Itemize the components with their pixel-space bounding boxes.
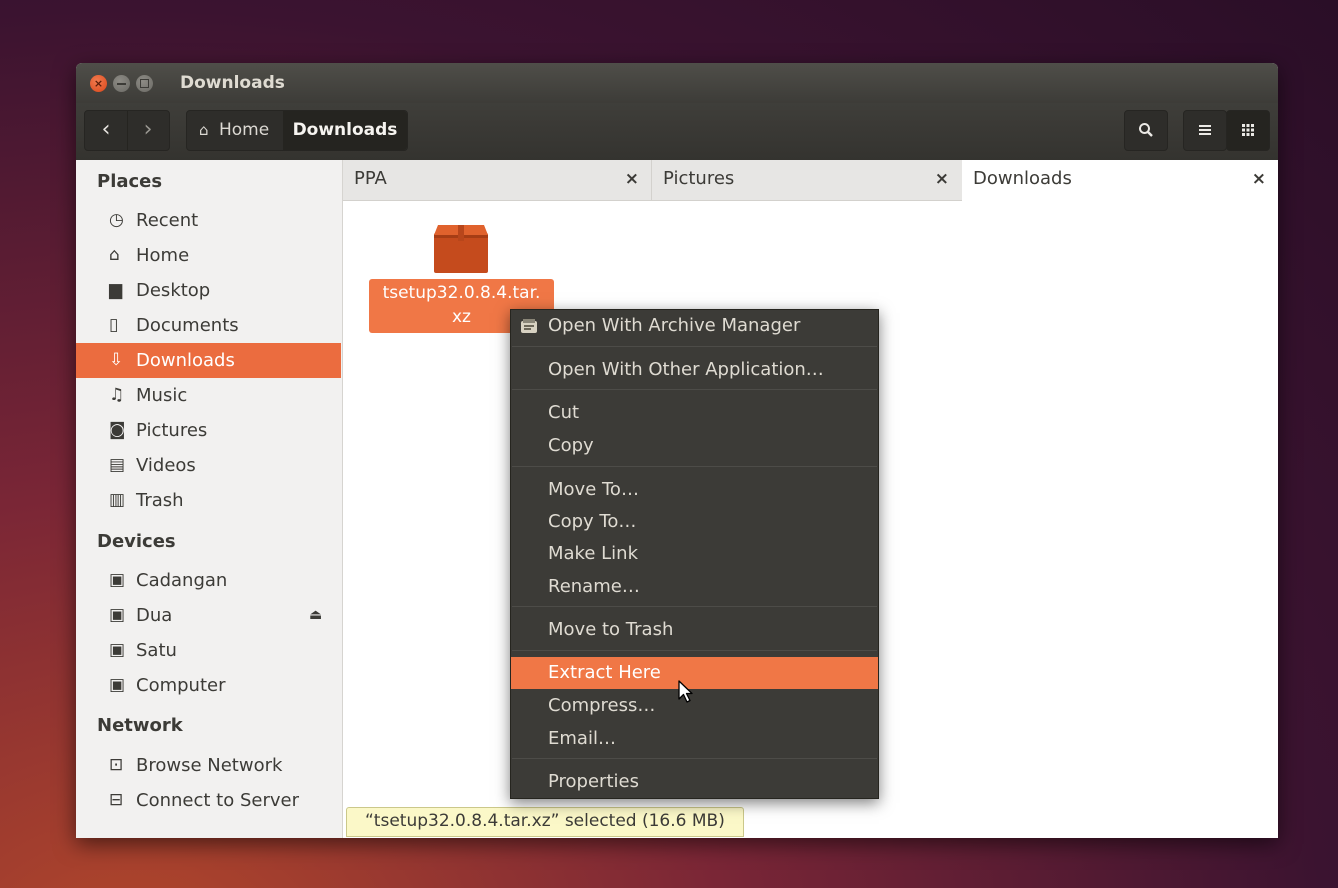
network-icon: ⊡ — [109, 755, 124, 775]
menu-item-move-to[interactable]: Move To… — [511, 474, 878, 506]
menu-separator — [512, 389, 877, 390]
list-view-button[interactable] — [1183, 110, 1227, 151]
chevron-right-icon: › — [143, 117, 153, 142]
close-tab-icon[interactable]: × — [1252, 160, 1266, 198]
sidebar-header-devices: Devices — [97, 531, 176, 552]
breadcrumb-downloads[interactable]: Downloads — [283, 111, 407, 150]
menu-item-rename[interactable]: Rename… — [511, 571, 878, 603]
document-icon: ▯ — [109, 315, 119, 335]
sidebar-item-desktop[interactable]: ▆ Desktop — [76, 273, 341, 308]
sidebar-item-satu[interactable]: ▣ Satu — [76, 633, 341, 668]
menu-separator — [512, 758, 877, 759]
menu-item-open-with-archive-manager[interactable]: Open With Archive Manager — [511, 310, 878, 342]
home-icon: ⌂ — [199, 121, 209, 139]
close-tab-icon[interactable]: × — [935, 160, 949, 198]
camera-icon: ◙ — [109, 420, 126, 440]
sidebar-item-documents[interactable]: ▯ Documents — [76, 308, 341, 343]
drive-icon: ▣ — [109, 570, 126, 590]
download-icon: ⇩ — [109, 350, 124, 370]
sidebar-item-computer[interactable]: ▣ Computer — [76, 668, 341, 703]
tab-ppa[interactable]: PPA × — [343, 160, 652, 200]
sidebar-item-downloads[interactable]: ⇩ Downloads — [76, 343, 341, 378]
sidebar-item-home[interactable]: ⌂ Home — [76, 238, 341, 273]
menu-separator — [512, 650, 877, 651]
breadcrumb-home[interactable]: ⌂ Home — [187, 111, 283, 150]
tab-bar: PPA × Pictures × Downloads × — [343, 160, 1278, 201]
sidebar-item-pictures[interactable]: ◙ Pictures — [76, 413, 341, 448]
menu-item-copy-to[interactable]: Copy To… — [511, 506, 878, 538]
grid-view-button[interactable] — [1226, 110, 1270, 151]
sidebar-item-videos[interactable]: ▤ Videos — [76, 448, 341, 483]
sidebar-item-browse-network[interactable]: ⊡ Browse Network — [76, 748, 341, 783]
menu-separator — [512, 466, 877, 467]
close-icon: × — [93, 77, 104, 90]
sidebar-item-connect-to-server[interactable]: ⊟ Connect to Server — [76, 783, 341, 818]
close-window-button[interactable]: × — [90, 75, 107, 92]
navigation-buttons: ‹ › — [84, 110, 170, 151]
close-tab-icon[interactable]: × — [625, 160, 639, 198]
context-menu: Open With Archive Manager Open With Othe… — [510, 309, 879, 799]
drive-icon: ▣ — [109, 675, 126, 695]
status-bar: “tsetup32.0.8.4.tar.xz” selected (16.6 M… — [346, 807, 744, 837]
archive-manager-icon — [521, 319, 537, 333]
menu-item-cut[interactable]: Cut — [511, 397, 878, 429]
drive-icon: ▣ — [109, 605, 126, 625]
sidebar-header-network: Network — [97, 715, 183, 736]
eject-icon[interactable]: ⏏ — [309, 598, 322, 633]
tab-downloads[interactable]: Downloads × — [962, 160, 1278, 201]
trash-icon: ▥ — [109, 490, 126, 510]
menu-item-email[interactable]: Email… — [511, 723, 878, 755]
music-icon: ♫ — [109, 385, 125, 405]
menu-item-compress[interactable]: Compress… — [511, 690, 878, 722]
sidebar: Places ◷ Recent ⌂ Home ▆ Desktop ▯ Documents… — [76, 160, 343, 838]
archive-icon — [434, 225, 488, 273]
search-icon — [1139, 123, 1153, 137]
tab-pictures[interactable]: Pictures × — [652, 160, 961, 200]
forward-button[interactable]: › — [127, 111, 169, 150]
list-icon — [1199, 125, 1211, 135]
breadcrumb: ⌂ Home Downloads — [186, 110, 408, 151]
sidebar-header-places: Places — [97, 171, 163, 192]
sidebar-item-trash[interactable]: ▥ Trash — [76, 483, 341, 518]
sidebar-item-music[interactable]: ♫ Music — [76, 378, 341, 413]
window-title: Downloads — [180, 73, 285, 93]
sidebar-item-recent[interactable]: ◷ Recent — [76, 203, 341, 238]
clock-icon: ◷ — [109, 210, 124, 230]
menu-item-open-with-other-application[interactable]: Open With Other Application… — [511, 354, 878, 386]
title-bar: × Downloads — [76, 63, 1278, 103]
maximize-icon — [140, 79, 149, 88]
server-icon: ⊟ — [109, 790, 124, 810]
menu-item-make-link[interactable]: Make Link — [511, 538, 878, 570]
chevron-left-icon: ‹ — [101, 117, 111, 142]
film-icon: ▤ — [109, 455, 126, 475]
minimize-window-button[interactable] — [113, 75, 130, 92]
menu-separator — [512, 346, 877, 347]
drive-icon: ▣ — [109, 640, 126, 660]
menu-item-copy[interactable]: Copy — [511, 430, 878, 462]
grid-icon — [1242, 124, 1254, 136]
sidebar-item-cadangan[interactable]: ▣ Cadangan — [76, 563, 341, 598]
mouse-cursor-icon — [678, 680, 693, 703]
back-button[interactable]: ‹ — [85, 111, 128, 150]
home-icon: ⌂ — [109, 245, 120, 265]
menu-item-properties[interactable]: Properties — [511, 766, 878, 798]
menu-item-move-to-trash[interactable]: Move to Trash — [511, 614, 878, 646]
search-button[interactable] — [1124, 110, 1168, 151]
menu-separator — [512, 606, 877, 607]
folder-icon: ▆ — [109, 280, 123, 300]
minimize-icon — [117, 83, 126, 85]
maximize-window-button[interactable] — [136, 75, 153, 92]
menu-item-extract-here[interactable]: Extract Here — [511, 657, 878, 689]
toolbar: ‹ › ⌂ Home Downloads — [76, 103, 1278, 161]
sidebar-item-dua[interactable]: ▣ Dua ⏏ — [76, 598, 341, 633]
